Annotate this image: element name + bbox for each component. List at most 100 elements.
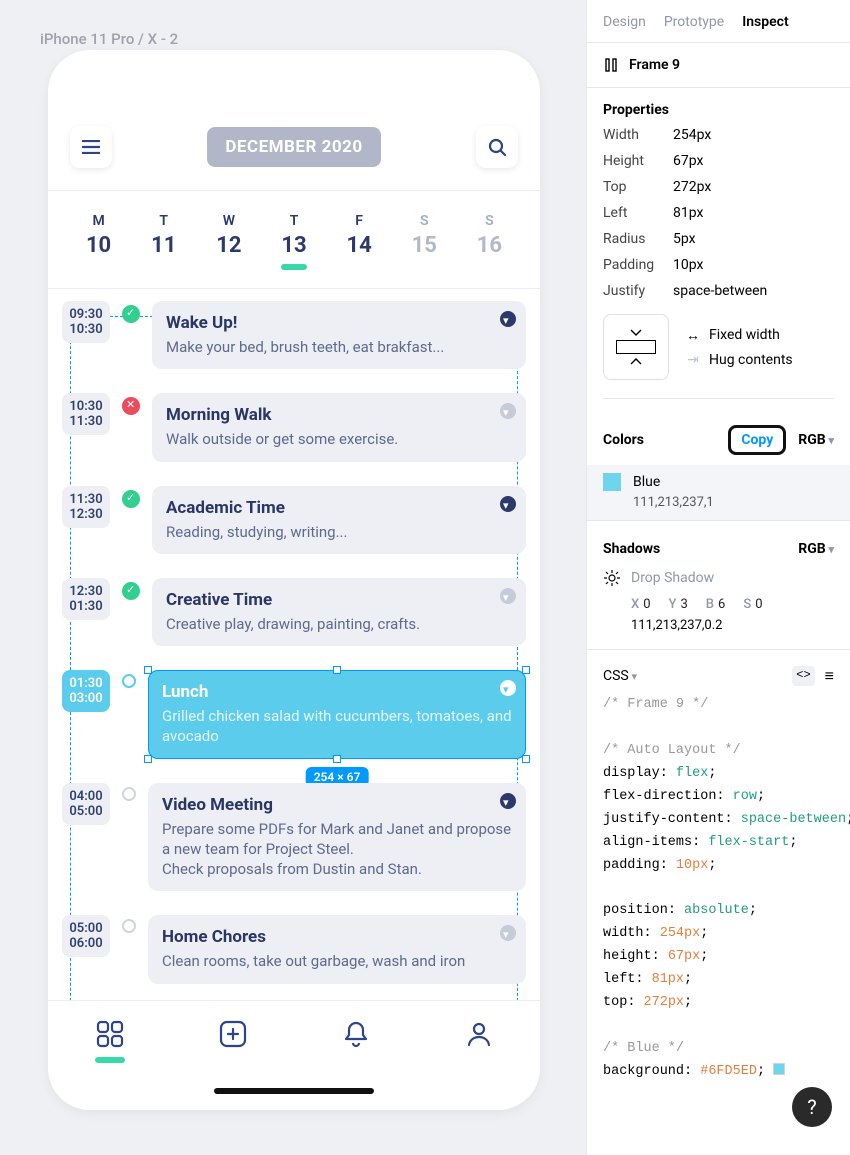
event-time[interactable]: 01:3003:00 — [62, 670, 110, 712]
properties-list: Width254pxHeight67pxTop272pxLeft81pxRadi… — [587, 122, 850, 304]
tab-dashboard[interactable] — [95, 1019, 125, 1063]
chevron-down-icon — [630, 329, 642, 337]
property-row[interactable]: Left81px — [587, 200, 850, 226]
list-icon[interactable]: ≡ — [825, 666, 834, 686]
event-status[interactable] — [122, 582, 140, 600]
menu-button[interactable] — [70, 126, 112, 168]
css-code[interactable]: /* Frame 9 */ /* Auto Layout */ display:… — [587, 694, 850, 1084]
tab-profile[interactable] — [464, 1019, 494, 1049]
event-time[interactable]: 12:3001:30 — [62, 578, 110, 620]
event-card[interactable]: Home Chores Clean rooms, take out garbage… — [148, 915, 526, 983]
event-title: Morning Walk — [166, 405, 512, 425]
tab-active-indicator — [95, 1057, 125, 1063]
properties-title: Properties — [587, 88, 850, 122]
expand-icon[interactable] — [500, 793, 516, 809]
event-row: 12:3001:30 Creative TimeCreative play, dr… — [48, 566, 540, 658]
day-12[interactable]: W12 — [196, 213, 261, 270]
month-picker[interactable]: DECEMBER 2020 — [207, 127, 380, 167]
event-row: 01:3003:00 Lunch Grilled chicken salad wit… — [48, 658, 540, 771]
expand-icon[interactable] — [500, 311, 516, 327]
help-button[interactable]: ? — [792, 1087, 832, 1127]
color-format-dropdown[interactable]: RGB — [798, 432, 834, 448]
copy-button[interactable]: Copy — [728, 425, 786, 455]
tab-add[interactable] — [218, 1019, 248, 1049]
event-desc: Grilled chicken salad with cucumbers, to… — [162, 706, 512, 747]
inspector-tab-prototype[interactable]: Prototype — [664, 14, 724, 30]
expand-icon[interactable] — [500, 925, 516, 941]
shadow-format-dropdown[interactable]: RGB — [798, 541, 834, 557]
expand-icon[interactable] — [500, 496, 516, 512]
property-row[interactable]: Top272px — [587, 174, 850, 200]
event-card[interactable]: Morning Walk Walk outside or get some exe… — [152, 393, 526, 461]
shadows-header: Shadows RGB — [587, 521, 850, 563]
day-16[interactable]: S16 — [457, 213, 522, 270]
design-canvas[interactable]: iPhone 11 Pro / X - 2 DECEMBER 2020 M10T… — [0, 0, 586, 1155]
event-time[interactable]: 05:0006:00 — [62, 915, 110, 957]
resize-fixed-width[interactable]: ↔ Fixed width — [685, 323, 793, 348]
event-desc: Reading, studying, writing... — [166, 522, 512, 542]
search-button[interactable] — [476, 126, 518, 168]
event-title: Video Meeting — [162, 795, 512, 815]
tab-notifications[interactable] — [341, 1019, 371, 1049]
css-format-dropdown[interactable]: CSS — [603, 668, 637, 684]
inspector-tab-inspect[interactable]: Inspect — [742, 14, 788, 30]
code-icon[interactable]: <> — [792, 666, 814, 686]
shadow-name: Drop Shadow — [631, 570, 714, 586]
event-title: Home Chores — [162, 927, 512, 947]
event-title: Wake Up! — [166, 313, 512, 333]
color-row[interactable]: Blue 111,213,237,1 — [587, 465, 850, 521]
event-status[interactable] — [122, 305, 140, 323]
event-card[interactable]: Lunch Grilled chicken salad with cucumber… — [148, 670, 526, 759]
event-desc: Clean rooms, take out garbage, wash and … — [162, 951, 512, 971]
event-desc: Walk outside or get some exercise. — [166, 429, 512, 449]
day-13[interactable]: T13 — [261, 213, 326, 270]
event-row: 11:3012:30 Academic Time Reading, studying… — [48, 474, 540, 566]
property-row[interactable]: Height67px — [587, 148, 850, 174]
shadow-row[interactable]: Drop Shadow — [587, 563, 850, 593]
event-title: Academic Time — [166, 498, 512, 518]
event-status[interactable] — [122, 919, 136, 933]
expand-icon[interactable] — [500, 680, 516, 696]
event-desc: Prepare some PDFs for Mark and Janet and… — [162, 819, 512, 880]
event-status[interactable] — [122, 674, 136, 688]
event-time[interactable]: 04:0005:00 — [62, 783, 110, 825]
event-desc: Creative play, drawing, painting, crafts… — [166, 614, 512, 634]
arrows-in-icon: ⇥ — [685, 352, 701, 368]
expand-icon[interactable] — [500, 588, 516, 604]
event-card[interactable]: Creative TimeCreative play, drawing, pai… — [152, 578, 526, 646]
event-title: Lunch — [162, 682, 512, 702]
day-11[interactable]: T11 — [131, 213, 196, 270]
search-icon — [488, 138, 506, 156]
question-icon: ? — [807, 1095, 816, 1119]
resizing-constraints: ↔ Fixed width ⇥ Hug contents — [603, 314, 834, 399]
tab-bar — [48, 1000, 540, 1110]
resize-hug-contents[interactable]: ⇥ Hug contents — [685, 348, 793, 372]
day-14[interactable]: F14 — [327, 213, 392, 270]
day-10[interactable]: M10 — [66, 213, 131, 270]
property-row[interactable]: Padding10px — [587, 252, 850, 278]
property-row[interactable]: Radius5px — [587, 226, 850, 252]
sun-icon — [603, 569, 621, 587]
event-card[interactable]: Video Meeting Prepare some PDFs for Mark … — [148, 783, 526, 892]
event-status[interactable] — [122, 490, 140, 508]
property-row[interactable]: Width254px — [587, 122, 850, 148]
color-swatch — [603, 473, 621, 491]
inspector-tab-design[interactable]: Design — [603, 14, 646, 30]
property-row[interactable]: Justifyspace-between — [587, 278, 850, 304]
event-time[interactable]: 09:3010:30 — [62, 301, 110, 343]
event-status[interactable] — [122, 397, 140, 415]
event-row: 10:3011:30 Morning Walk Walk outside or ge… — [48, 381, 540, 473]
event-status[interactable] — [122, 787, 136, 801]
constraint-diagram[interactable] — [603, 314, 669, 380]
expand-icon[interactable] — [500, 403, 516, 419]
phone-topbar: DECEMBER 2020 — [48, 100, 540, 191]
event-card[interactable]: Academic Time Reading, studying, writing.… — [152, 486, 526, 554]
shadow-offsets: X0 Y3 B6 S0 — [587, 593, 850, 614]
event-card[interactable]: Wake Up! Make your bed, brush teeth, eat … — [152, 301, 526, 369]
event-time[interactable]: 11:3012:30 — [62, 486, 110, 528]
event-time[interactable]: 10:3011:30 — [62, 393, 110, 435]
day-15[interactable]: S15 — [392, 213, 457, 270]
event-desc: Make your bed, brush teeth, eat brakfast… — [166, 337, 512, 357]
inspector-tabs: Design Prototype Inspect — [587, 0, 850, 43]
plus-square-icon — [218, 1019, 248, 1049]
